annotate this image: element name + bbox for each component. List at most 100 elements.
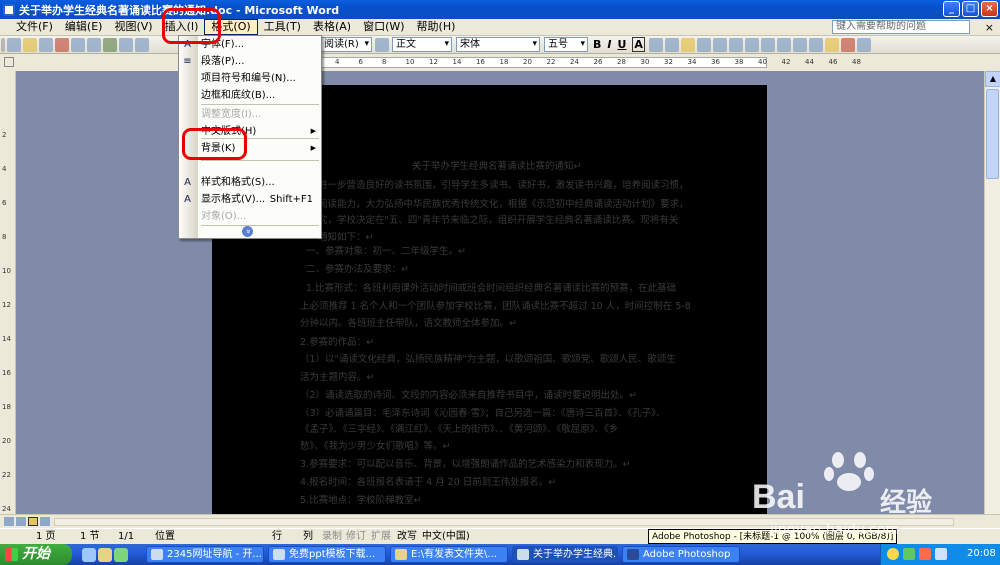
- submenu-arrow-icon: ▶: [310, 127, 316, 135]
- doc-paragraph-line: 愁》、《我为少男少女们歌唱》等。↵: [300, 441, 451, 452]
- line-spacing-icon[interactable]: [744, 37, 759, 52]
- menu-item-reveal-formatting[interactable]: 显示格式(V)... Shift+F1: [198, 191, 321, 208]
- task-word-doc[interactable]: 关于举办学生经典...: [512, 546, 618, 563]
- numbering-icon[interactable]: [760, 37, 775, 52]
- close-button[interactable]: ×: [981, 1, 998, 17]
- underline-button[interactable]: U: [617, 38, 626, 51]
- save-icon[interactable]: [39, 37, 53, 52]
- menu-table[interactable]: 表格(A): [307, 19, 357, 35]
- bold-button[interactable]: B: [593, 38, 601, 51]
- reading-layout-button[interactable]: 阅读(R): [320, 37, 372, 52]
- start-button[interactable]: 开始: [0, 544, 72, 565]
- permission-icon[interactable]: [55, 37, 69, 52]
- char-border-button[interactable]: A: [632, 37, 645, 52]
- char-shading-icon[interactable]: [648, 37, 663, 52]
- style-select[interactable]: 正文: [392, 37, 452, 52]
- menu-edit[interactable]: 编辑(E): [59, 19, 109, 35]
- indent-icon[interactable]: [808, 37, 823, 52]
- background-item-highlight: [182, 128, 247, 160]
- menu-item-styles-formatting[interactable]: 样式和格式(S)...: [198, 174, 321, 191]
- ruler-tick: 12: [429, 58, 438, 66]
- align-center-icon[interactable]: [696, 37, 711, 52]
- menu-help[interactable]: 帮助(H): [411, 19, 462, 35]
- maximize-button[interactable]: □: [962, 1, 979, 17]
- minimize-button[interactable]: _: [943, 1, 960, 17]
- vertical-ruler[interactable]: 2 4 6 8 10 12 14 16 18 20 22 24: [0, 71, 16, 514]
- menu-item-borders-shading[interactable]: 边框和底纹(B)...: [198, 87, 321, 104]
- print-icon[interactable]: [71, 37, 85, 52]
- web-view-icon[interactable]: [16, 517, 26, 526]
- ie-quicklaunch-icon[interactable]: [82, 548, 96, 562]
- vruler-tick: 24: [2, 505, 11, 513]
- outdent-icon[interactable]: [792, 37, 807, 52]
- research-icon[interactable]: [119, 37, 133, 52]
- tab-stop-selector[interactable]: [4, 57, 14, 67]
- tray-security-icon[interactable]: [919, 548, 931, 560]
- font-size-select[interactable]: 五号: [544, 37, 588, 52]
- phonetic-icon[interactable]: [856, 37, 871, 52]
- task-2345-browser[interactable]: 2345网址导航 - 开...: [146, 546, 264, 563]
- justify-icon[interactable]: [728, 37, 743, 52]
- word-app-icon[interactable]: [3, 3, 15, 16]
- tray-app-icon[interactable]: [887, 548, 899, 560]
- menu-view[interactable]: 视图(V): [108, 19, 158, 35]
- status-ext[interactable]: 扩展: [371, 530, 391, 544]
- vruler-tick: 14: [2, 335, 11, 343]
- ruler-tick: 28: [617, 58, 626, 66]
- status-trk[interactable]: 修订: [346, 530, 366, 544]
- doc-close-icon[interactable]: ×: [985, 21, 994, 34]
- normal-view-icon[interactable]: [4, 517, 14, 526]
- menu-item-fit-width: 调整宽度(I)...: [198, 106, 321, 123]
- task-ppt-download[interactable]: 免费ppt模板下载...: [268, 546, 386, 563]
- status-ovr[interactable]: 改写: [397, 530, 417, 544]
- menubar-grip: [0, 19, 10, 35]
- font-select[interactable]: 宋体: [456, 37, 540, 52]
- menu-item-shortcut: Shift+F1: [269, 194, 313, 205]
- print-layout-icon[interactable]: [28, 517, 38, 526]
- spelling-icon[interactable]: [103, 37, 117, 52]
- vertical-scrollbar[interactable]: ▲: [984, 71, 1000, 514]
- new-doc-icon[interactable]: [7, 37, 21, 52]
- menu-file[interactable]: 文件(F): [10, 19, 59, 35]
- task-explorer-folder[interactable]: E:\有发表文件夹\...: [390, 546, 508, 563]
- desktop-quicklaunch-icon[interactable]: [98, 548, 112, 562]
- bullets-icon[interactable]: [776, 37, 791, 52]
- vruler-tick: 10: [2, 267, 11, 275]
- menu-item-bullets-numbering[interactable]: 项目符号和编号(N)...: [198, 70, 321, 87]
- menu-tools[interactable]: 工具(T): [258, 19, 307, 35]
- menu-window[interactable]: 窗口(W): [357, 19, 410, 35]
- help-search-input[interactable]: 键入需要帮助的问题: [832, 20, 970, 34]
- submenu-arrow-icon: ▶: [310, 144, 316, 152]
- scroll-thumb[interactable]: [986, 89, 999, 179]
- menu-item-label: 边框和底纹(B)...: [201, 90, 276, 101]
- status-rec[interactable]: 录制: [322, 530, 342, 544]
- tray-volume-icon[interactable]: [935, 548, 947, 560]
- horizontal-ruler[interactable]: 4 6 8 10 12 14 16 18 20 22 24 26 28 30 32 34 36 38 40 42 44 4…: [0, 54, 1000, 71]
- styles-pane-icon[interactable]: [375, 37, 389, 52]
- ruler-tick: 22: [546, 58, 556, 66]
- tray-network-icon[interactable]: [903, 548, 915, 560]
- photoshop-icon: [627, 549, 639, 560]
- align-right-icon[interactable]: [712, 37, 727, 52]
- open-icon[interactable]: [23, 37, 37, 52]
- doc-paragraph-line: 阅读能力，大力弘扬中华民族优秀传统文化，根据《示范初中经典诵读活动计划》要求，: [318, 199, 689, 210]
- clock[interactable]: 20:08: [967, 548, 996, 559]
- cut-icon[interactable]: [135, 37, 149, 52]
- outline-view-icon[interactable]: [40, 517, 50, 526]
- word-doc-icon: [517, 549, 529, 560]
- task-photoshop[interactable]: Adobe Photoshop: [622, 546, 740, 563]
- folder-icon: [395, 549, 407, 560]
- menu-expand-chevron-icon[interactable]: »: [242, 226, 253, 237]
- align-left-icon[interactable]: [680, 37, 695, 52]
- italic-button[interactable]: I: [607, 38, 611, 51]
- font-color-icon[interactable]: [840, 37, 855, 52]
- highlight-icon[interactable]: [824, 37, 839, 52]
- menu-item-paragraph[interactable]: 段落(P)...: [198, 53, 321, 70]
- doc-paragraph-line: 二、参赛办法及要求：↵: [306, 264, 409, 275]
- char-scale-icon[interactable]: [664, 37, 679, 52]
- scroll-up-icon[interactable]: ▲: [985, 71, 1000, 87]
- media-quicklaunch-icon[interactable]: [114, 548, 128, 562]
- menu-item-label: 对象(O)...: [201, 211, 247, 222]
- doc-paragraph-line: 5.比赛地点：学校阶梯教室↵: [300, 495, 422, 506]
- print-preview-icon[interactable]: [87, 37, 101, 52]
